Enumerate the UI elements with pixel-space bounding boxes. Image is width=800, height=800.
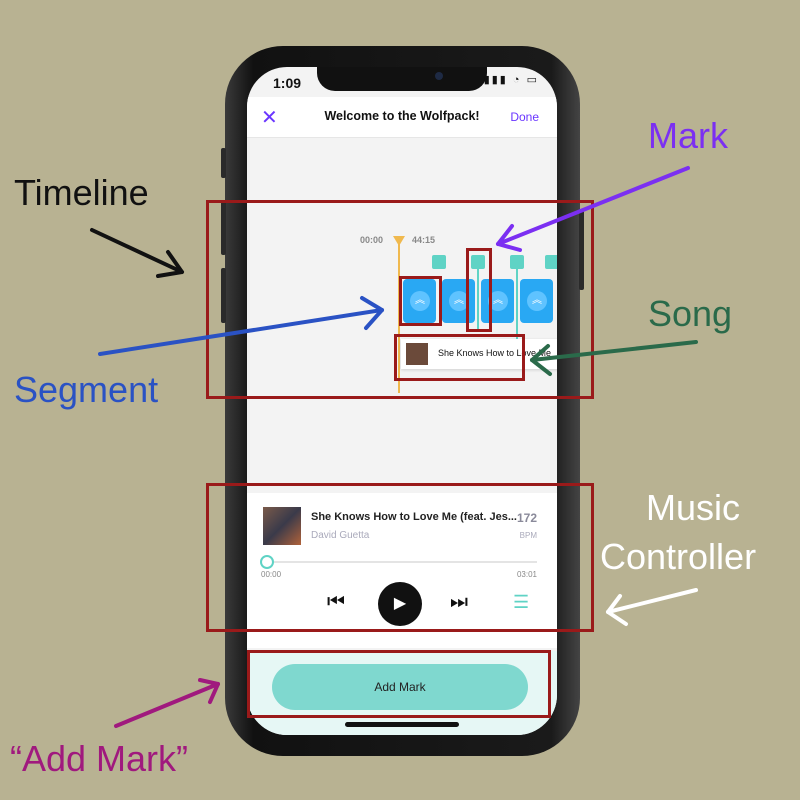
timeline-arrow — [90, 228, 184, 278]
add-mark-arrow — [114, 678, 220, 728]
controller-arrow — [606, 588, 698, 626]
mark-arrow — [496, 166, 690, 252]
annotation-arrows — [90, 166, 698, 728]
segment-arrow — [98, 296, 384, 356]
song-arrow — [530, 340, 698, 376]
